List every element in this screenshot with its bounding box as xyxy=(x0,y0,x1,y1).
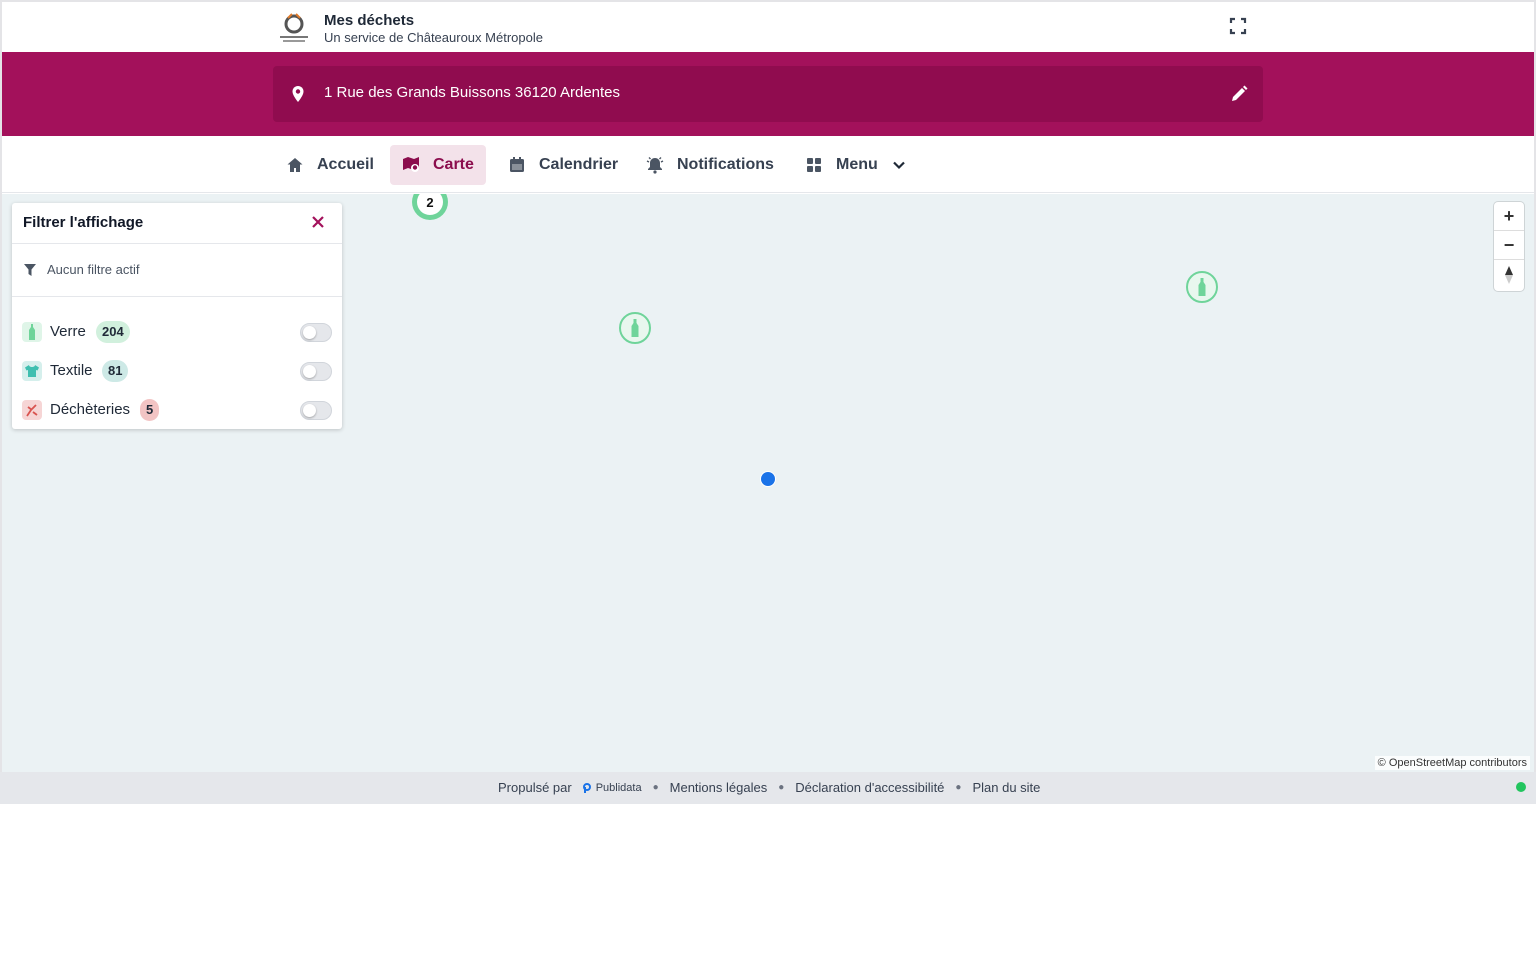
filter-panel-header: Filtrer l'affichage xyxy=(12,203,342,244)
edit-pencil-icon[interactable] xyxy=(1229,84,1249,104)
zoom-out-button[interactable]: − xyxy=(1494,231,1524,260)
chateauroux-logo xyxy=(280,13,308,42)
sitemap-link[interactable]: Plan du site xyxy=(972,780,1040,795)
map-cluster-marker[interactable]: 2 xyxy=(412,194,448,220)
footer-links: Propulsé par Publidata ● Mentions légale… xyxy=(498,780,1040,795)
address-text: 1 Rue des Grands Buissons 36120 Ardentes xyxy=(324,84,621,101)
grid-icon xyxy=(807,158,821,172)
nav-menu[interactable]: Menu xyxy=(793,145,918,185)
glass-container-marker[interactable] xyxy=(619,312,651,344)
filter-status-text: Aucun filtre actif xyxy=(47,262,140,277)
calendar-icon xyxy=(510,157,524,172)
app-subtitle: Un service de Châteauroux Métropole xyxy=(324,30,543,45)
filter-row-verre: Verre 204 xyxy=(12,317,342,347)
map-attribution[interactable]: © OpenStreetMap contributors xyxy=(1374,756,1530,770)
separator: ● xyxy=(652,782,659,793)
tshirt-icon xyxy=(22,361,42,381)
filter-label-verre: Verre xyxy=(50,323,86,340)
zoom-controls: + − xyxy=(1494,202,1524,291)
recycling-center-icon xyxy=(22,400,42,420)
separator: ● xyxy=(778,782,785,793)
nav-notifications-label: Notifications xyxy=(677,156,774,173)
nav-menu-label: Menu xyxy=(836,156,878,173)
toggle-textile[interactable] xyxy=(300,362,332,381)
map-icon xyxy=(403,157,419,172)
powered-by-text: Propulsé par xyxy=(498,780,572,795)
glass-container-marker[interactable] xyxy=(1186,271,1218,303)
bottle-icon xyxy=(631,319,639,337)
legal-notice-link[interactable]: Mentions légales xyxy=(670,780,768,795)
filter-status: Aucun filtre actif xyxy=(12,244,342,297)
filter-panel-title: Filtrer l'affichage xyxy=(23,214,144,231)
map-canvas[interactable]: 2 Filtrer l'affichage Aucun filtre actif… xyxy=(2,194,1534,772)
cluster-count: 2 xyxy=(417,194,443,215)
funnel-icon xyxy=(24,264,36,276)
filter-count-decheteries: 5 xyxy=(140,399,160,421)
compass-button[interactable] xyxy=(1494,260,1524,289)
nav-carte[interactable]: Carte xyxy=(390,145,486,185)
filter-row-textile: Textile 81 xyxy=(12,356,342,386)
toggle-decheteries[interactable] xyxy=(300,401,332,420)
zoom-in-button[interactable]: + xyxy=(1494,202,1524,231)
bottle-icon xyxy=(22,322,42,342)
footer: Propulsé par Publidata ● Mentions légale… xyxy=(0,772,1536,804)
filter-count-textile: 81 xyxy=(102,360,129,382)
chevron-down-icon xyxy=(893,161,905,170)
user-location-dot xyxy=(760,471,776,487)
filter-label-textile: Textile xyxy=(50,362,93,379)
accessibility-link[interactable]: Déclaration d'accessibilité xyxy=(795,780,944,795)
app-title: Mes déchets xyxy=(324,12,415,29)
filter-row-decheteries: Déchèteries 5 xyxy=(12,395,342,425)
nav-carte-label: Carte xyxy=(433,156,474,173)
publidata-label: Publidata xyxy=(595,781,642,794)
bottle-icon xyxy=(1198,278,1206,296)
filter-panel: Filtrer l'affichage Aucun filtre actif V… xyxy=(12,203,342,429)
publidata-link[interactable]: Publidata xyxy=(582,782,642,794)
bell-icon xyxy=(646,157,664,174)
nav-calendrier-label: Calendrier xyxy=(539,156,619,173)
filter-label-decheteries: Déchèteries xyxy=(50,401,131,418)
compass-icon xyxy=(1505,265,1513,284)
nav-calendrier[interactable]: Calendrier xyxy=(496,145,630,185)
close-icon[interactable] xyxy=(310,214,326,230)
top-bar: Mes déchets Un service de Châteauroux Mé… xyxy=(2,2,1534,52)
main-nav: Accueil Carte Calendrier Notifications M… xyxy=(2,136,1534,193)
status-indicator xyxy=(1516,782,1526,792)
home-icon xyxy=(287,158,303,172)
address-band: 1 Rue des Grands Buissons 36120 Ardentes xyxy=(2,52,1534,136)
filter-count-verre: 204 xyxy=(96,321,130,343)
nav-accueil-label: Accueil xyxy=(317,156,374,173)
nav-notifications[interactable]: Notifications xyxy=(634,145,786,185)
address-selector[interactable]: 1 Rue des Grands Buissons 36120 Ardentes xyxy=(273,66,1263,122)
publidata-logo-icon xyxy=(582,782,591,793)
toggle-verre[interactable] xyxy=(300,323,332,342)
fullscreen-icon[interactable] xyxy=(1228,16,1248,36)
separator: ● xyxy=(955,782,962,793)
nav-accueil[interactable]: Accueil xyxy=(274,145,386,185)
location-pin-icon xyxy=(292,86,304,102)
